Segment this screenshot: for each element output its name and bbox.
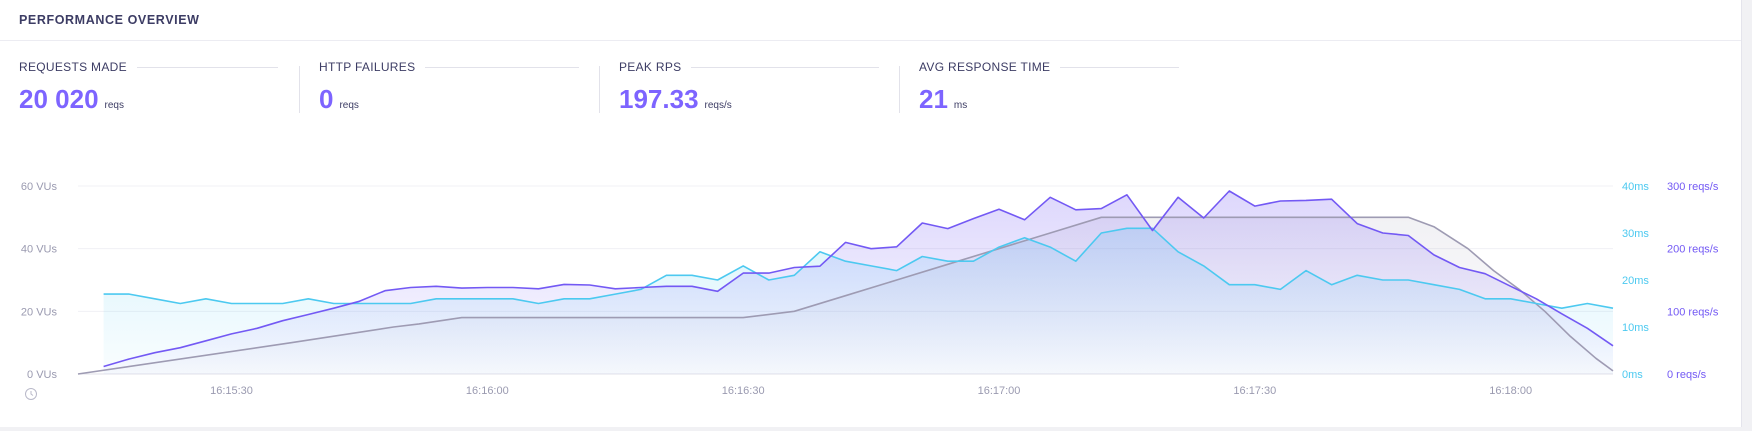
x-tick-label: 16:17:30 bbox=[1233, 385, 1276, 397]
y-tick-label-left: 0 VUs bbox=[27, 369, 57, 381]
performance-chart: 0 VUs 20 VUs 40 VUs 60 VUs 0ms 10ms 20ms 30ms 40… bbox=[21, 181, 1719, 400]
y-tick-label-ms: 0ms bbox=[1622, 369, 1643, 381]
x-tick-label: 16:17:00 bbox=[978, 385, 1021, 397]
y-tick-label-rps: 0 reqs/s bbox=[1667, 369, 1707, 381]
x-tick-label: 16:15:30 bbox=[210, 385, 253, 397]
clock-icon bbox=[25, 388, 37, 400]
y-tick-label-left: 60 VUs bbox=[21, 181, 58, 193]
y-tick-label-rps: 300 reqs/s bbox=[1667, 181, 1719, 193]
y-tick-label-left: 40 VUs bbox=[21, 244, 58, 256]
y-tick-label-ms: 30ms bbox=[1622, 228, 1649, 240]
x-tick-label: 16:16:00 bbox=[466, 385, 509, 397]
performance-overview-panel: PERFORMANCE OVERVIEW REQUESTS MADE 20 02… bbox=[0, 0, 1742, 427]
x-tick-label: 16:18:00 bbox=[1489, 385, 1532, 397]
y-tick-label-ms: 10ms bbox=[1622, 322, 1649, 334]
y-tick-label-left: 20 VUs bbox=[21, 306, 58, 318]
x-tick-label: 16:16:30 bbox=[722, 385, 765, 397]
chart-areas bbox=[78, 191, 1614, 374]
y-tick-label-ms: 40ms bbox=[1622, 181, 1649, 193]
y-tick-label-rps: 100 reqs/s bbox=[1667, 306, 1719, 318]
y-tick-label-rps: 200 reqs/s bbox=[1667, 244, 1719, 256]
y-tick-label-ms: 20ms bbox=[1622, 275, 1649, 287]
